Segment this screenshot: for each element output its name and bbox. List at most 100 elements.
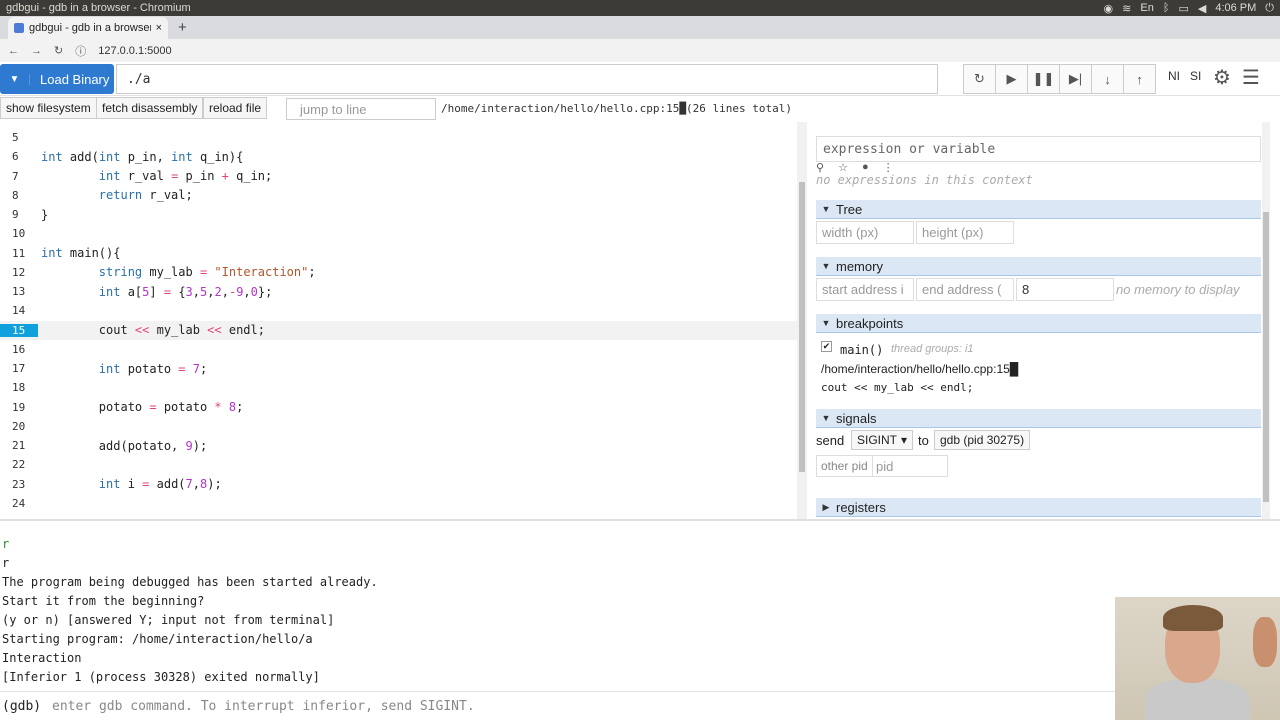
tree-width-input[interactable]: width (px) [816, 221, 914, 244]
url-field[interactable]: 127.0.0.1:5000 [98, 45, 1272, 57]
pid-input[interactable]: pid [872, 455, 948, 477]
code-line[interactable]: 12 string my_lab = "Interaction"; [0, 263, 797, 282]
line-number[interactable]: 19 [0, 401, 38, 414]
code-line[interactable]: 22 [0, 455, 797, 474]
line-number[interactable]: 8 [0, 189, 38, 202]
info-icon[interactable]: ⓘ [75, 43, 86, 59]
forward-icon[interactable]: → [31, 45, 42, 57]
caret-down-icon[interactable]: ▼ [0, 73, 30, 85]
code-line[interactable]: 8 return r_val; [0, 186, 797, 205]
signal-select[interactable]: SIGINT ▾ [851, 430, 914, 450]
code-line[interactable]: 6 int add(int p_in, int q_in){ [0, 147, 797, 166]
bluetooth-icon[interactable]: ᛒ [1163, 2, 1170, 14]
code-line[interactable]: 14 [0, 301, 797, 320]
breakpoint-checkbox[interactable]: ✔ [821, 341, 832, 352]
wifi-icon[interactable]: ≋ [1122, 2, 1131, 15]
tree-section-header[interactable]: ▼ Tree [816, 200, 1261, 219]
jump-to-line-input[interactable]: jump to line [286, 98, 436, 120]
line-number[interactable]: 6 [0, 150, 38, 163]
memory-title: memory [836, 258, 883, 274]
new-tab-icon[interactable]: + [178, 19, 187, 36]
battery-icon[interactable]: ▭ [1178, 2, 1188, 15]
code-line[interactable]: 21 add(potato, 9); [0, 436, 797, 455]
keyboard-layout[interactable]: En [1140, 2, 1153, 14]
code-line[interactable]: 10 [0, 224, 797, 243]
binary-path-input[interactable]: ./a [116, 64, 938, 94]
code-line[interactable]: 19 potato = potato * 8; [0, 398, 797, 417]
expression-input[interactable]: expression or variable [816, 136, 1261, 162]
source-code-view[interactable]: 5 6 int add(int p_in, int q_in){7 int r_va… [0, 122, 807, 519]
code-line[interactable]: 7 int r_val = p_in + q_in; [0, 167, 797, 186]
scrollbar-thumb[interactable] [799, 182, 805, 472]
line-number[interactable]: 16 [0, 343, 38, 356]
next-instruction-button[interactable]: NI [1168, 69, 1180, 83]
sidebar-scrollbar[interactable] [1262, 122, 1270, 519]
next-button[interactable]: ▶| [1059, 64, 1092, 94]
line-number[interactable]: 23 [0, 478, 38, 491]
code-scrollbar[interactable] [797, 122, 807, 519]
code-line[interactable]: 17 int potato = 7; [0, 359, 797, 378]
line-number[interactable]: 13 [0, 285, 38, 298]
close-tab-icon[interactable]: × [156, 22, 162, 34]
code-line[interactable]: 23 int i = add(7,8); [0, 475, 797, 494]
gear-icon[interactable]: ⚙ [1213, 65, 1231, 90]
code-line[interactable]: 15 cout << my_lab << endl; [0, 320, 797, 340]
scrollbar-thumb[interactable] [1263, 212, 1269, 502]
line-number[interactable]: 15 [0, 323, 38, 337]
power-icon[interactable]: ⏻ [1265, 2, 1274, 15]
line-number[interactable]: 21 [0, 439, 38, 452]
line-number[interactable]: 10 [0, 227, 38, 240]
code-line[interactable]: 9} [0, 205, 797, 224]
line-number[interactable]: 14 [0, 304, 38, 317]
memory-end-input[interactable]: end address ( [916, 278, 1014, 301]
line-number[interactable]: 24 [0, 497, 38, 510]
code-line[interactable]: 18 [0, 378, 797, 397]
line-number[interactable]: 7 [0, 170, 38, 183]
load-binary-button[interactable]: ▼ Load Binary [0, 64, 114, 94]
memory-section-header[interactable]: ▼ memory [816, 257, 1261, 276]
code-line[interactable]: 11 int main(){ [0, 244, 797, 263]
line-number[interactable]: 9 [0, 208, 38, 221]
signals-section-header[interactable]: ▼ signals [816, 409, 1261, 428]
line-number[interactable]: 17 [0, 362, 38, 375]
browser-tab[interactable]: gdbgui - gdb in a browser × [8, 17, 168, 39]
step-in-button[interactable]: ↓ [1091, 64, 1124, 94]
signals-send-label: send [816, 433, 845, 448]
step-instruction-button[interactable]: SI [1190, 69, 1201, 83]
reload-icon[interactable]: ↻ [54, 44, 63, 57]
continue-button[interactable]: ▶ [995, 64, 1028, 94]
step-out-button[interactable]: ↑ [1123, 64, 1156, 94]
clock[interactable]: 4:06 PM [1215, 2, 1256, 14]
breakpoints-section-header[interactable]: ▼ breakpoints [816, 314, 1261, 333]
line-number[interactable]: 18 [0, 381, 38, 394]
back-icon[interactable]: ← [8, 45, 19, 57]
code-line[interactable]: 16 [0, 340, 797, 359]
reload-file-button[interactable]: reload file [203, 97, 268, 119]
webcam-person-hand [1253, 617, 1277, 667]
gdb-command-input[interactable]: enter gdb command. To interrupt inferior… [52, 699, 475, 714]
line-number[interactable]: 12 [0, 266, 38, 279]
breakpoint-location[interactable]: /home/interaction/hello/hello.cpp:15█ [821, 362, 1018, 376]
pause-button[interactable]: ❚❚ [1027, 64, 1060, 94]
code-line[interactable]: 13 int a[5] = {3,5,2,-9,0}; [0, 282, 797, 301]
fetch-disassembly-button[interactable]: fetch disassembly [96, 97, 204, 119]
tree-height-input[interactable]: height (px) [916, 221, 1014, 244]
memory-start-input[interactable]: start address i [816, 278, 914, 301]
memory-bytes-input[interactable]: 8 [1016, 278, 1114, 301]
line-number[interactable]: 22 [0, 458, 38, 471]
code-line[interactable]: 5 [0, 128, 797, 147]
code-line[interactable]: 24 [0, 494, 797, 513]
line-number[interactable]: 20 [0, 420, 38, 433]
restart-button[interactable]: ↻ [963, 64, 996, 94]
signal-target-button[interactable]: gdb (pid 30275) [934, 430, 1031, 450]
menu-icon[interactable]: ☰ [1242, 65, 1260, 90]
line-number[interactable]: 5 [0, 131, 38, 144]
show-filesystem-button[interactable]: show filesystem [0, 97, 97, 119]
line-number[interactable]: 11 [0, 247, 38, 260]
code-line[interactable]: 20 [0, 417, 797, 436]
code-text: int r_val = p_in + q_in; [98, 169, 273, 183]
volume-icon[interactable]: ◀ [1198, 2, 1206, 15]
registers-section-header[interactable]: ▶ registers [816, 498, 1261, 517]
network-icon[interactable]: ◉ [1104, 2, 1114, 15]
console-line: Starting program: /home/interaction/hell… [2, 632, 313, 646]
